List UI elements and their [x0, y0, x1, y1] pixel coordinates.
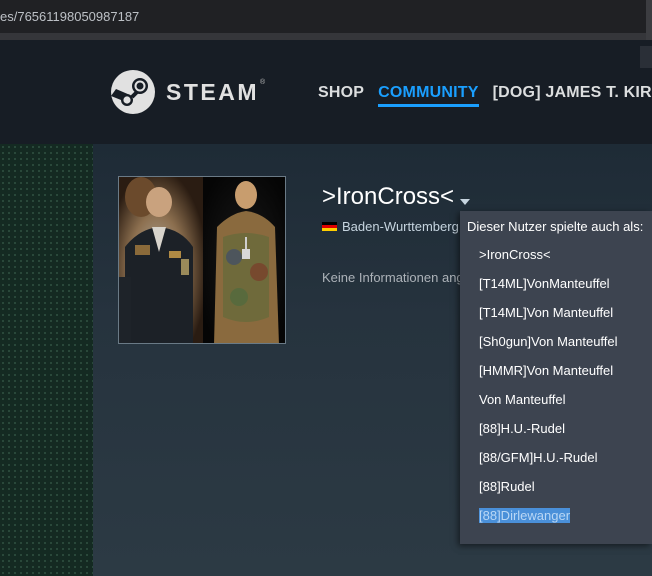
profile-location: Baden-Wurttemberg [322, 219, 462, 234]
browser-address-bar: es/76561198050987187 [0, 0, 652, 33]
header-corner-box [640, 46, 652, 68]
list-item: [T14ML]VonManteuffel [479, 276, 610, 291]
left-background-panel [0, 144, 93, 576]
germany-flag-icon [322, 222, 337, 231]
steam-logo-icon [111, 70, 155, 114]
browser-separator [0, 33, 652, 40]
url-text[interactable]: es/76561198050987187 [0, 9, 139, 24]
trademark-mark: ® [260, 79, 266, 86]
list-item: [T14ML]Von Manteuffel [479, 305, 614, 320]
list-item: [HMMR]Von Manteuffel [479, 363, 614, 378]
alias-list: >IronCross< [T14ML]VonManteuffel [T14ML]… [479, 247, 618, 537]
steam-header: STEAM ® SHOP COMMUNITY [DOG] JAMES T. KI… [0, 40, 652, 144]
chevron-down-icon[interactable] [460, 199, 470, 205]
list-item: [88]H.U.-Rudel [479, 421, 565, 436]
list-item-selected: [88]Dirlewanger [479, 508, 571, 523]
steam-logo[interactable]: STEAM ® [110, 69, 265, 115]
location-text: Baden-Wurttemberg [342, 219, 459, 234]
profile-name[interactable]: >IronCross< [322, 183, 454, 211]
list-item: [88]Rudel [479, 479, 535, 494]
alias-history-popup: Dieser Nutzer spielte auch als: >IronCro… [460, 211, 652, 544]
browser-edge [646, 0, 652, 40]
nav-community[interactable]: COMMUNITY [378, 84, 479, 107]
list-item: [Sh0gun]Von Manteuffel [479, 334, 618, 349]
list-item: [88/GFM]H.U.-Rudel [479, 450, 598, 465]
alias-popup-title: Dieser Nutzer spielte auch als: [467, 219, 644, 234]
nav-user-profile[interactable]: [DOG] JAMES T. KIRK [493, 84, 652, 107]
avatar-image [119, 177, 285, 343]
list-item: Von Manteuffel [479, 392, 566, 407]
steam-wordmark: STEAM [166, 78, 259, 105]
profile-avatar[interactable] [118, 176, 286, 344]
main-nav: SHOP COMMUNITY [DOG] JAMES T. KIRK [318, 84, 652, 107]
nav-shop[interactable]: SHOP [318, 84, 364, 107]
profile-summary: Keine Informationen angegeben. [322, 270, 462, 285]
list-item: >IronCross< [479, 247, 551, 262]
